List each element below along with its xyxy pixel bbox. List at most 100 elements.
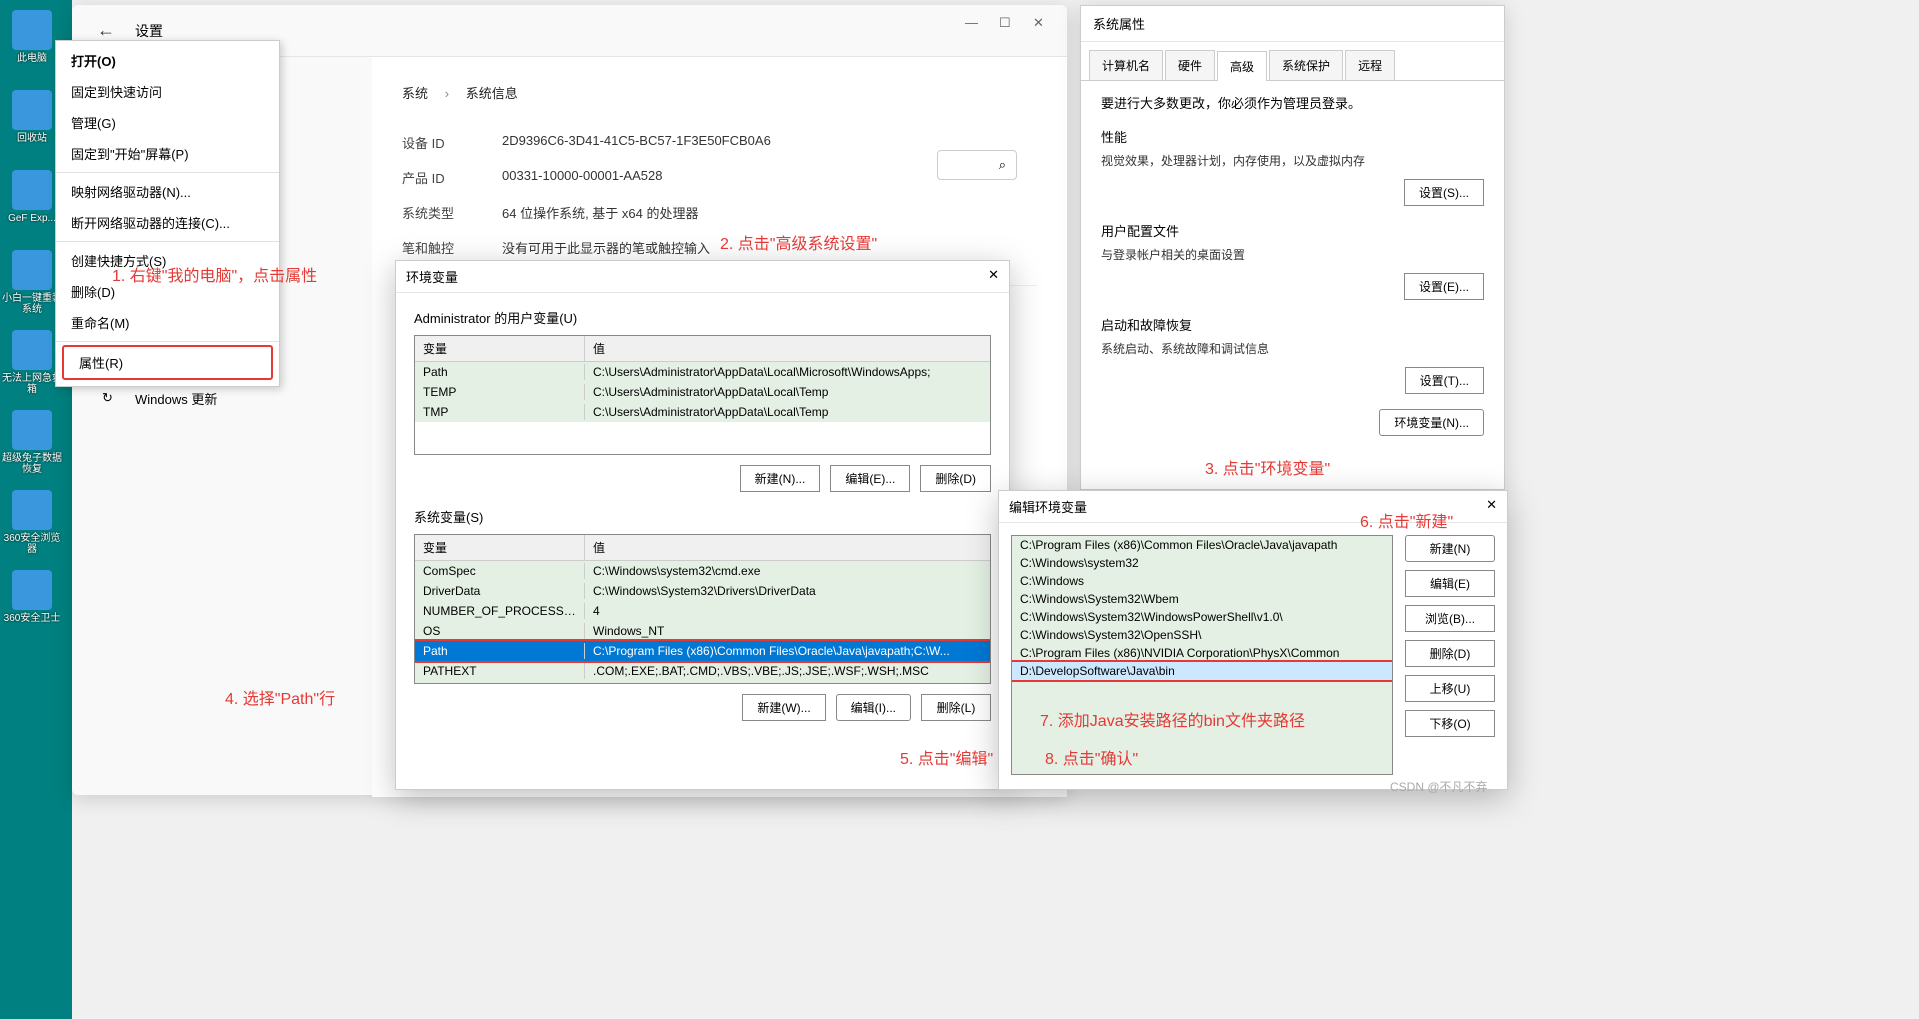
- table-row[interactable]: PathC:\Users\Administrator\AppData\Local…: [415, 362, 990, 382]
- geforce-icon: [12, 170, 52, 210]
- sysprops-tabs: 计算机名 硬件 高级 系统保护 远程: [1081, 42, 1504, 81]
- userprofile-desc: 与登录帐户相关的桌面设置: [1101, 246, 1484, 263]
- search-input[interactable]: ⌕: [937, 150, 1017, 180]
- table-row[interactable]: NUMBER_OF_PROCESSORS4: [415, 601, 990, 621]
- device-id-label: 设备 ID: [402, 133, 502, 152]
- product-id-label: 产品 ID: [402, 168, 502, 187]
- sys-edit-button[interactable]: 编辑(I)...: [836, 694, 911, 721]
- userprofile-heading: 用户配置文件: [1101, 221, 1484, 240]
- path-delete-button[interactable]: 删除(D): [1405, 640, 1495, 667]
- desktop-icon-360browser[interactable]: 360安全浏览器: [0, 490, 64, 565]
- context-menu: 打开(O) 固定到快速访问 管理(G) 固定到"开始"屏幕(P) 映射网络驱动器…: [55, 40, 280, 387]
- user-delete-button[interactable]: 删除(D): [920, 465, 991, 492]
- table-row[interactable]: PathC:\Program Files (x86)\Common Files\…: [415, 641, 990, 661]
- sys-type-value: 64 位操作系统, 基于 x64 的处理器: [502, 203, 698, 222]
- startup-heading: 启动和故障恢复: [1101, 315, 1484, 334]
- path-movedown-button[interactable]: 下移(O): [1405, 710, 1495, 737]
- list-item[interactable]: C:\Windows\System32\WindowsPowerShell\v1…: [1012, 608, 1392, 626]
- rabbit-icon: [12, 410, 52, 450]
- annotation-4: 4. 选择"Path"行: [225, 685, 335, 709]
- path-new-button[interactable]: 新建(N): [1405, 535, 1495, 562]
- desktop-icon-rabbit[interactable]: 超级兔子数据恢复: [0, 410, 64, 485]
- shield-icon: [12, 570, 52, 610]
- user-vars-title: Administrator 的用户变量(U): [414, 308, 991, 327]
- table-row[interactable]: PATHEXT.COM;.EXE;.BAT;.CMD;.VBS;.VBE;.JS…: [415, 661, 990, 681]
- col-value: 值: [585, 535, 990, 560]
- col-variable: 变量: [415, 336, 585, 361]
- tab-hardware[interactable]: 硬件: [1165, 50, 1215, 80]
- startup-settings-button[interactable]: 设置(T)...: [1405, 367, 1484, 394]
- browser-icon: [12, 490, 52, 530]
- sys-new-button[interactable]: 新建(W)...: [742, 694, 825, 721]
- list-item[interactable]: C:\Windows: [1012, 572, 1392, 590]
- list-item[interactable]: C:\Program Files (x86)\NVIDIA Corporatio…: [1012, 644, 1392, 662]
- close-icon[interactable]: ✕: [988, 267, 999, 286]
- table-row[interactable]: ComSpecC:\Windows\system32\cmd.exe: [415, 561, 990, 581]
- tab-computer[interactable]: 计算机名: [1089, 50, 1163, 80]
- cm-open[interactable]: 打开(O): [56, 45, 279, 76]
- path-browse-button[interactable]: 浏览(B)...: [1405, 605, 1495, 632]
- cm-disconnect[interactable]: 断开网络驱动器的连接(C)...: [56, 207, 279, 238]
- sysprops-title: 系统属性: [1081, 6, 1504, 42]
- cm-properties[interactable]: 属性(R): [62, 345, 273, 380]
- cm-pin-quick[interactable]: 固定到快速访问: [56, 76, 279, 107]
- minimize-icon[interactable]: —: [965, 15, 979, 29]
- label: 360安全浏览器: [0, 533, 64, 555]
- perf-settings-button[interactable]: 设置(S)...: [1404, 179, 1484, 206]
- user-edit-button[interactable]: 编辑(E)...: [830, 465, 910, 492]
- sys-delete-button[interactable]: 删除(L): [921, 694, 991, 721]
- cm-map-drive[interactable]: 映射网络驱动器(N)...: [56, 176, 279, 207]
- annotation-2: 2. 点击"高级系统设置": [720, 230, 877, 254]
- path-list[interactable]: C:\Program Files (x86)\Common Files\Orac…: [1011, 535, 1393, 775]
- sys-vars-table[interactable]: 变量值 ComSpecC:\Windows\system32\cmd.exeDr…: [414, 534, 991, 684]
- system-properties-dialog: 系统属性 计算机名 硬件 高级 系统保护 远程 要进行大多数更改，你必须作为管理…: [1080, 5, 1505, 490]
- list-item[interactable]: D:\DevelopSoftware\Java\bin: [1012, 662, 1392, 680]
- folder-icon: [12, 330, 52, 370]
- user-new-button[interactable]: 新建(N)...: [740, 465, 821, 492]
- close-icon[interactable]: ✕: [1033, 15, 1047, 29]
- userprofile-settings-button[interactable]: 设置(E)...: [1404, 273, 1484, 300]
- breadcrumb: 系统 › 系统信息: [402, 77, 1037, 105]
- recycle-icon: [12, 90, 52, 130]
- list-item[interactable]: C:\Windows\System32\Wbem: [1012, 590, 1392, 608]
- annotation-7: 7. 添加Java安装路径的bin文件夹路径: [1040, 707, 1305, 731]
- list-item[interactable]: C:\Windows\System32\OpenSSH\: [1012, 626, 1392, 644]
- annotation-8: 8. 点击"确认": [1045, 745, 1138, 769]
- table-row[interactable]: DriverDataC:\Windows\System32\Drivers\Dr…: [415, 581, 990, 601]
- maximize-icon[interactable]: ☐: [999, 15, 1013, 29]
- label: 360安全卫士: [0, 613, 64, 624]
- annotation-5: 5. 点击"编辑": [900, 745, 993, 769]
- user-vars-table[interactable]: 变量值 PathC:\Users\Administrator\AppData\L…: [414, 335, 991, 455]
- path-edit-button[interactable]: 编辑(E): [1405, 570, 1495, 597]
- table-row[interactable]: TEMPC:\Users\Administrator\AppData\Local…: [415, 382, 990, 402]
- pen-value: 没有可用于此显示器的笔或触控输入: [502, 238, 710, 257]
- col-value: 值: [585, 336, 990, 361]
- cm-pin-start[interactable]: 固定到"开始"屏幕(P): [56, 138, 279, 169]
- xiaobai-icon: [12, 250, 52, 290]
- list-item[interactable]: C:\Windows\system32: [1012, 554, 1392, 572]
- envvar-title: 环境变量: [406, 267, 458, 286]
- cm-rename[interactable]: 重命名(M): [56, 307, 279, 338]
- annotation-3: 3. 点击"环境变量": [1205, 455, 1330, 479]
- environment-variables-button[interactable]: 环境变量(N)...: [1379, 409, 1484, 436]
- envvar-dialog: 环境变量✕ Administrator 的用户变量(U) 变量值 PathC:\…: [395, 260, 1010, 790]
- breadcrumb-system[interactable]: 系统: [402, 86, 428, 101]
- pen-label: 笔和触控: [402, 238, 502, 257]
- tab-remote[interactable]: 远程: [1345, 50, 1395, 80]
- window-title: 设置: [135, 21, 163, 41]
- path-moveup-button[interactable]: 上移(U): [1405, 675, 1495, 702]
- computer-icon: [12, 10, 52, 50]
- tab-protect[interactable]: 系统保护: [1269, 50, 1343, 80]
- list-item[interactable]: C:\Program Files (x86)\Common Files\Orac…: [1012, 536, 1392, 554]
- table-row[interactable]: PROCESSOR_ARCHITECTUREAMD64: [415, 681, 990, 684]
- cm-manage[interactable]: 管理(G): [56, 107, 279, 138]
- table-row[interactable]: TMPC:\Users\Administrator\AppData\Local\…: [415, 402, 990, 422]
- product-id-value: 00331-10000-00001-AA528: [502, 168, 662, 187]
- search-icon: ⌕: [999, 157, 1006, 173]
- tab-advanced[interactable]: 高级: [1217, 51, 1267, 81]
- separator: ›: [445, 86, 449, 101]
- close-icon[interactable]: ✕: [1486, 497, 1497, 516]
- desktop-icon-360safe[interactable]: 360安全卫士: [0, 570, 64, 645]
- table-row[interactable]: OSWindows_NT: [415, 621, 990, 641]
- label: Windows 更新: [135, 389, 217, 408]
